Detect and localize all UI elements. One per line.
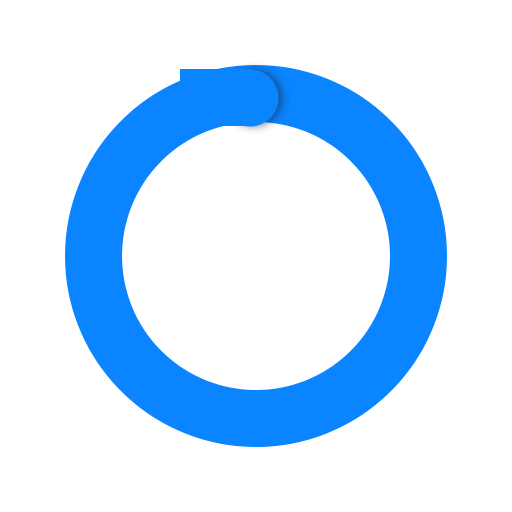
progress-ring-track (65, 65, 447, 447)
progress-ring-icon (65, 65, 447, 447)
progress-ring-start-segment (180, 69, 252, 126)
progress-ring-screen (0, 0, 512, 512)
